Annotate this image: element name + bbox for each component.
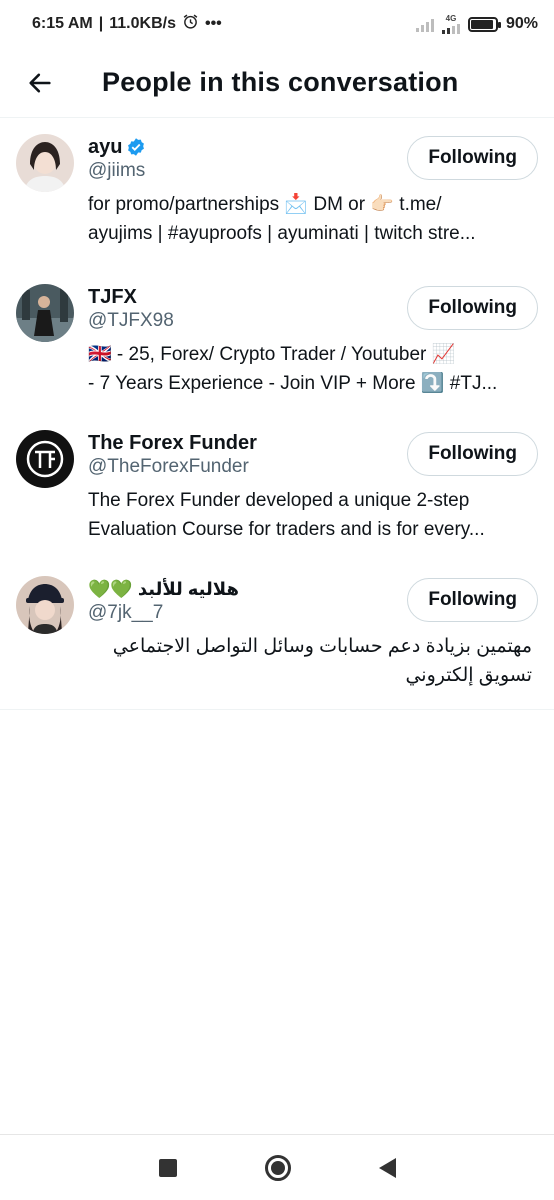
person-row[interactable]: The Forex Funder @TheForexFunder Followi…: [0, 414, 554, 560]
following-button[interactable]: Following: [407, 286, 538, 330]
status-left: 6:15 AM | 11.0KB/s •••: [32, 13, 222, 35]
user-bio: for promo/partnerships 📩 DM or 👉🏻 t.me/ …: [88, 190, 538, 248]
alarm-clock-icon: [182, 13, 199, 35]
status-more: •••: [204, 15, 222, 32]
bio-line: Evaluation Course for traders and is for…: [88, 519, 485, 540]
bio-line: ayujims | #ayuproofs | ayuminati | twitc…: [88, 223, 476, 244]
verified-badge-icon: [128, 138, 145, 156]
bio-line: 🇬🇧 - 25, Forex/ Crypto Trader / Youtuber…: [88, 344, 456, 365]
avatar[interactable]: [16, 430, 74, 488]
following-button[interactable]: Following: [407, 578, 538, 622]
status-separator: |: [98, 15, 104, 32]
square-recents-icon[interactable]: [158, 1158, 177, 1177]
following-button[interactable]: Following: [407, 432, 538, 476]
signal-icon-sim2: [441, 23, 460, 34]
person-body: هلاليه للألبد 💚💚 @7jk__7 Following مهتمي…: [88, 576, 538, 708]
battery-icon: [467, 16, 501, 32]
avatar[interactable]: [16, 134, 74, 192]
person-row[interactable]: ayu @jiims Following for promo/partnersh…: [0, 118, 554, 268]
arrow-left-icon: [29, 73, 51, 92]
signal-icon-sim1: [415, 16, 434, 32]
system-nav-bar: [0, 1134, 554, 1200]
network-type: 4G: [441, 14, 460, 34]
status-bar: 6:15 AM | 11.0KB/s ••• 4G 90%: [0, 0, 554, 48]
top-app-bar: People in this conversation: [0, 48, 554, 118]
back-button[interactable]: [16, 59, 64, 107]
people-list: ayu @jiims Following for promo/partnersh…: [0, 118, 554, 708]
avatar[interactable]: [16, 284, 74, 342]
bio-line: - 7 Years Experience - Join VIP + More ⤵…: [88, 373, 498, 394]
bio-line: for promo/partnerships 📩 DM or 👉🏻 t.me/: [88, 194, 442, 215]
status-right: 4G 90%: [415, 14, 538, 34]
page-title: People in this conversation: [102, 67, 459, 97]
user-bio: 🇬🇧 - 25, Forex/ Crypto Trader / Youtuber…: [88, 340, 538, 398]
user-bio: The Forex Funder developed a unique 2-st…: [88, 486, 538, 544]
bio-line: The Forex Funder developed a unique 2-st…: [88, 490, 470, 511]
battery-percent: 90%: [505, 15, 538, 32]
bio-line: تسويق إلكتروني: [405, 665, 532, 686]
status-time: 6:15 AM: [32, 15, 93, 32]
user-handle: @7jk__7: [88, 602, 164, 623]
user-handle: @jiims: [88, 160, 146, 181]
person-row[interactable]: هلاليه للألبد 💚💚 @7jk__7 Following مهتمي…: [0, 560, 554, 708]
person-body: TJFX @TJFX98 Following 🇬🇧 - 25, Forex/ C…: [88, 284, 538, 414]
person-body: The Forex Funder @TheForexFunder Followi…: [88, 430, 538, 560]
circle-home-icon[interactable]: [264, 1154, 291, 1181]
user-handle: @TheForexFunder: [88, 456, 249, 477]
display-name: هلاليه للألبد 💚💚: [88, 578, 239, 599]
list-end-divider: [0, 709, 554, 710]
display-name: The Forex Funder: [88, 431, 257, 454]
avatar[interactable]: [16, 576, 74, 634]
following-button[interactable]: Following: [407, 136, 538, 180]
person-row[interactable]: TJFX @TJFX98 Following 🇬🇧 - 25, Forex/ C…: [0, 268, 554, 414]
user-bio: مهتمين بزيادة دعم حسابات وسائل التواصل ا…: [88, 632, 538, 690]
status-speed: 11.0KB/s: [109, 15, 176, 32]
person-body: ayu @jiims Following for promo/partnersh…: [88, 134, 538, 268]
bio-line: مهتمين بزيادة دعم حسابات وسائل التواصل ا…: [112, 636, 532, 657]
display-name: TJFX: [88, 285, 137, 308]
display-name: ayu: [88, 135, 123, 158]
triangle-back-icon[interactable]: [378, 1157, 396, 1178]
user-handle: @TJFX98: [88, 310, 174, 331]
